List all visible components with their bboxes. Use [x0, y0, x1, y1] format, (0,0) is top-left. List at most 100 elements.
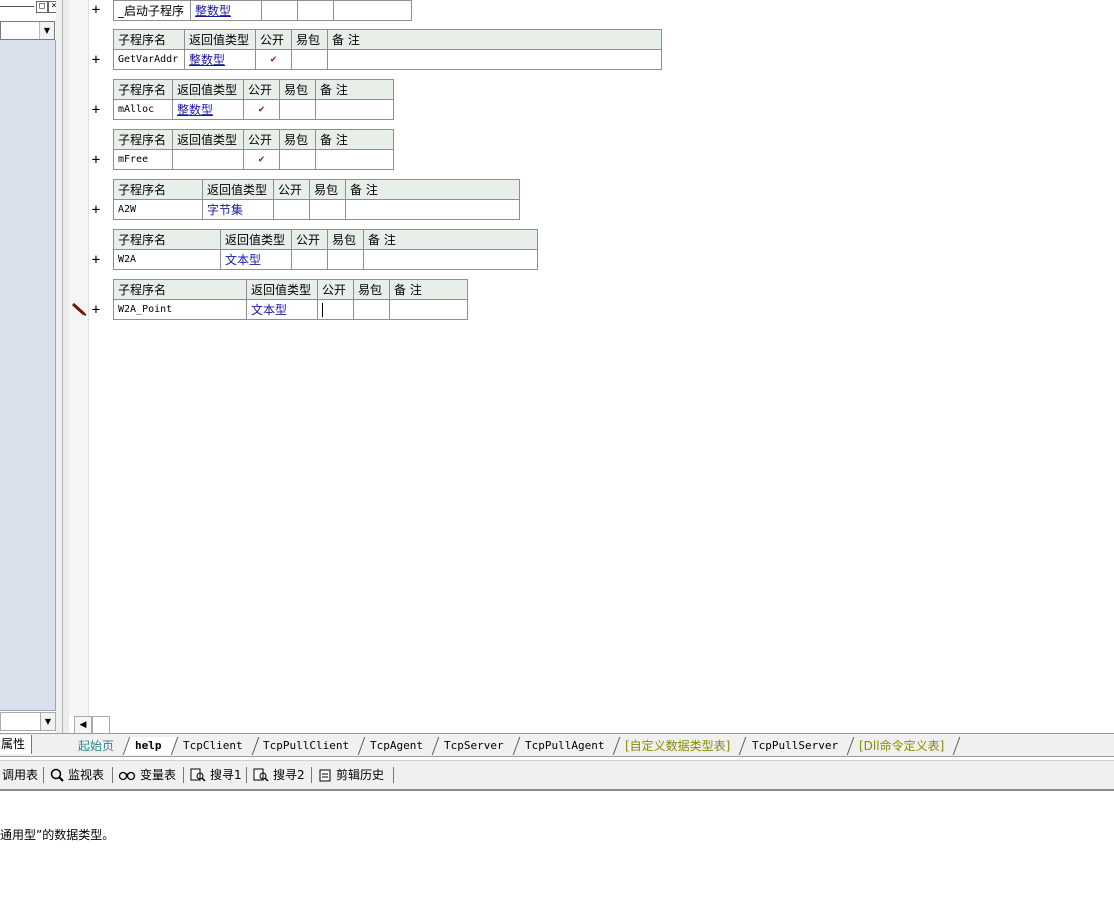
chevron-down-icon[interactable]: ▼: [40, 713, 55, 730]
note-cell[interactable]: [345, 199, 520, 220]
col-header-name: 子程序名: [113, 79, 173, 100]
public-cell[interactable]: [291, 249, 328, 270]
object-combobox[interactable]: ▼: [0, 21, 55, 40]
pencil-icon: [71, 302, 87, 316]
toolbar-divider: [393, 767, 394, 783]
binoculars-icon: [118, 771, 136, 781]
tab-tcppullclient[interactable]: TcpPullClient: [251, 736, 366, 755]
chevron-down-icon[interactable]: ▼: [39, 22, 54, 39]
tab-start-page[interactable]: 起始页: [66, 736, 131, 755]
sub-name-cell[interactable]: W2A_Point: [113, 299, 247, 320]
public-cell-editing[interactable]: [317, 299, 354, 320]
col-header-note: 备 注: [345, 179, 520, 200]
toolbar-divider: [311, 767, 312, 783]
search1-button[interactable]: 搜寻1: [190, 767, 242, 783]
col-header-return-type: 返回值类型: [172, 129, 244, 150]
project-tree[interactable]: [0, 40, 56, 711]
tab-help[interactable]: help: [123, 736, 178, 755]
return-type-cell[interactable]: 整数型: [190, 0, 262, 21]
sub-name-cell[interactable]: GetVarAddr: [113, 49, 185, 70]
call-table-label: 调用表: [2, 768, 39, 782]
public-check-icon[interactable]: ✔: [243, 99, 280, 120]
expand-icon[interactable]: +: [89, 303, 103, 317]
sub-name-cell[interactable]: A2W: [113, 199, 203, 220]
public-check-icon[interactable]: ✔: [243, 149, 280, 170]
public-cell[interactable]: [273, 199, 310, 220]
col-header-note: 备 注: [389, 279, 468, 300]
search1-label: 搜寻1: [210, 768, 242, 782]
sub-name-cell[interactable]: _启动子程序: [113, 0, 191, 21]
col-header-name: 子程序名: [113, 179, 203, 200]
tab-properties[interactable]: 属性: [0, 735, 32, 754]
sub-name-cell[interactable]: W2A: [113, 249, 221, 270]
clip-history-button[interactable]: 剪辑历史: [318, 767, 384, 783]
return-type-cell[interactable]: 字节集: [202, 199, 274, 220]
tab-tcpserver[interactable]: TcpServer: [432, 736, 521, 755]
editor-gutter: [69, 0, 89, 716]
easy-package-cell[interactable]: [279, 149, 316, 170]
tab-tcppullserver[interactable]: TcpPullServer: [740, 736, 855, 755]
col-header-return-type: 返回值类型: [220, 229, 292, 250]
note-cell[interactable]: [315, 99, 394, 120]
scroll-left-icon[interactable]: ◀: [74, 716, 92, 734]
col-header-name: 子程序名: [113, 229, 221, 250]
easy-package-cell[interactable]: [297, 0, 334, 21]
return-type-cell[interactable]: [172, 149, 244, 170]
subroutine-table: 子程序名 返回值类型 公开 易包 备 注 GetVarAddr 整数型 ✔: [113, 29, 662, 70]
sub-name-cell[interactable]: mAlloc: [113, 99, 173, 120]
sub-name-cell[interactable]: mFree: [113, 149, 173, 170]
note-cell[interactable]: [315, 149, 394, 170]
toolbar-divider: [43, 767, 44, 783]
easy-package-cell[interactable]: [327, 249, 364, 270]
col-header-name: 子程序名: [113, 129, 173, 150]
return-type-cell[interactable]: 整数型: [184, 49, 256, 70]
expand-icon[interactable]: +: [89, 53, 103, 67]
col-header-public: 公开: [243, 79, 280, 100]
note-cell[interactable]: [389, 299, 468, 320]
tab-dll-commands[interactable]: [Dll命令定义表]: [847, 736, 961, 755]
expand-icon[interactable]: +: [89, 103, 103, 117]
col-header-return-type: 返回值类型: [246, 279, 318, 300]
variable-table-label: 变量表: [140, 768, 177, 782]
restore-icon[interactable]: □: [36, 1, 48, 13]
editor-left-border: [62, 0, 69, 735]
public-cell[interactable]: [261, 0, 298, 21]
return-type-cell[interactable]: 文本型: [220, 249, 292, 270]
toolbar-divider: [246, 767, 247, 783]
col-header-public: 公开: [243, 129, 280, 150]
expand-icon[interactable]: +: [89, 3, 103, 17]
scroll-thumb[interactable]: [92, 716, 110, 734]
note-cell[interactable]: [327, 49, 662, 70]
tab-tcpclient[interactable]: TcpClient: [171, 736, 259, 755]
search2-label: 搜寻2: [273, 768, 305, 782]
easy-package-cell[interactable]: [291, 49, 328, 70]
titlebar-line: [0, 6, 34, 7]
expand-icon[interactable]: +: [89, 153, 103, 167]
easy-package-cell[interactable]: [279, 99, 316, 120]
tab-tcpagent[interactable]: TcpAgent: [358, 736, 440, 755]
col-header-return-type: 返回值类型: [184, 29, 256, 50]
col-header-public: 公开: [291, 229, 328, 250]
watch-table-button[interactable]: 监视表: [50, 767, 104, 783]
note-cell[interactable]: [363, 249, 538, 270]
search-doc-icon: [253, 768, 269, 782]
search2-button[interactable]: 搜寻2: [253, 767, 305, 783]
expand-icon[interactable]: +: [89, 253, 103, 267]
easy-package-cell[interactable]: [309, 199, 346, 220]
editor-hscrollbar[interactable]: ◀: [74, 716, 1114, 734]
expand-icon[interactable]: +: [89, 203, 103, 217]
easy-package-cell[interactable]: [353, 299, 390, 320]
subroutine-table: 子程序名 返回值类型 公开 易包 备 注 W2A 文本型: [113, 229, 538, 270]
variable-table-button[interactable]: 变量表: [118, 767, 176, 783]
output-toolbar: 调用表 监视表 变量表 搜寻1 搜寻2 剪辑历史: [0, 760, 1114, 791]
return-type-cell[interactable]: 整数型: [172, 99, 244, 120]
left-combo-bottom[interactable]: ▼: [0, 712, 56, 731]
return-type-cell[interactable]: 文本型: [246, 299, 318, 320]
call-table-button[interactable]: 调用表: [2, 767, 38, 783]
subroutine-table: 子程序名 返回值类型 公开 易包 备 注 mAlloc 整数型 ✔: [113, 79, 394, 120]
subroutine-table: 子程序名 返回值类型 公开 易包 备 注 W2A_Point 文本型: [113, 279, 468, 320]
tab-custom-data-types[interactable]: [自定义数据类型表]: [614, 736, 747, 755]
tab-tcppullagent[interactable]: TcpPullAgent: [513, 736, 621, 755]
public-check-icon[interactable]: ✔: [255, 49, 292, 70]
note-cell[interactable]: [333, 0, 412, 21]
